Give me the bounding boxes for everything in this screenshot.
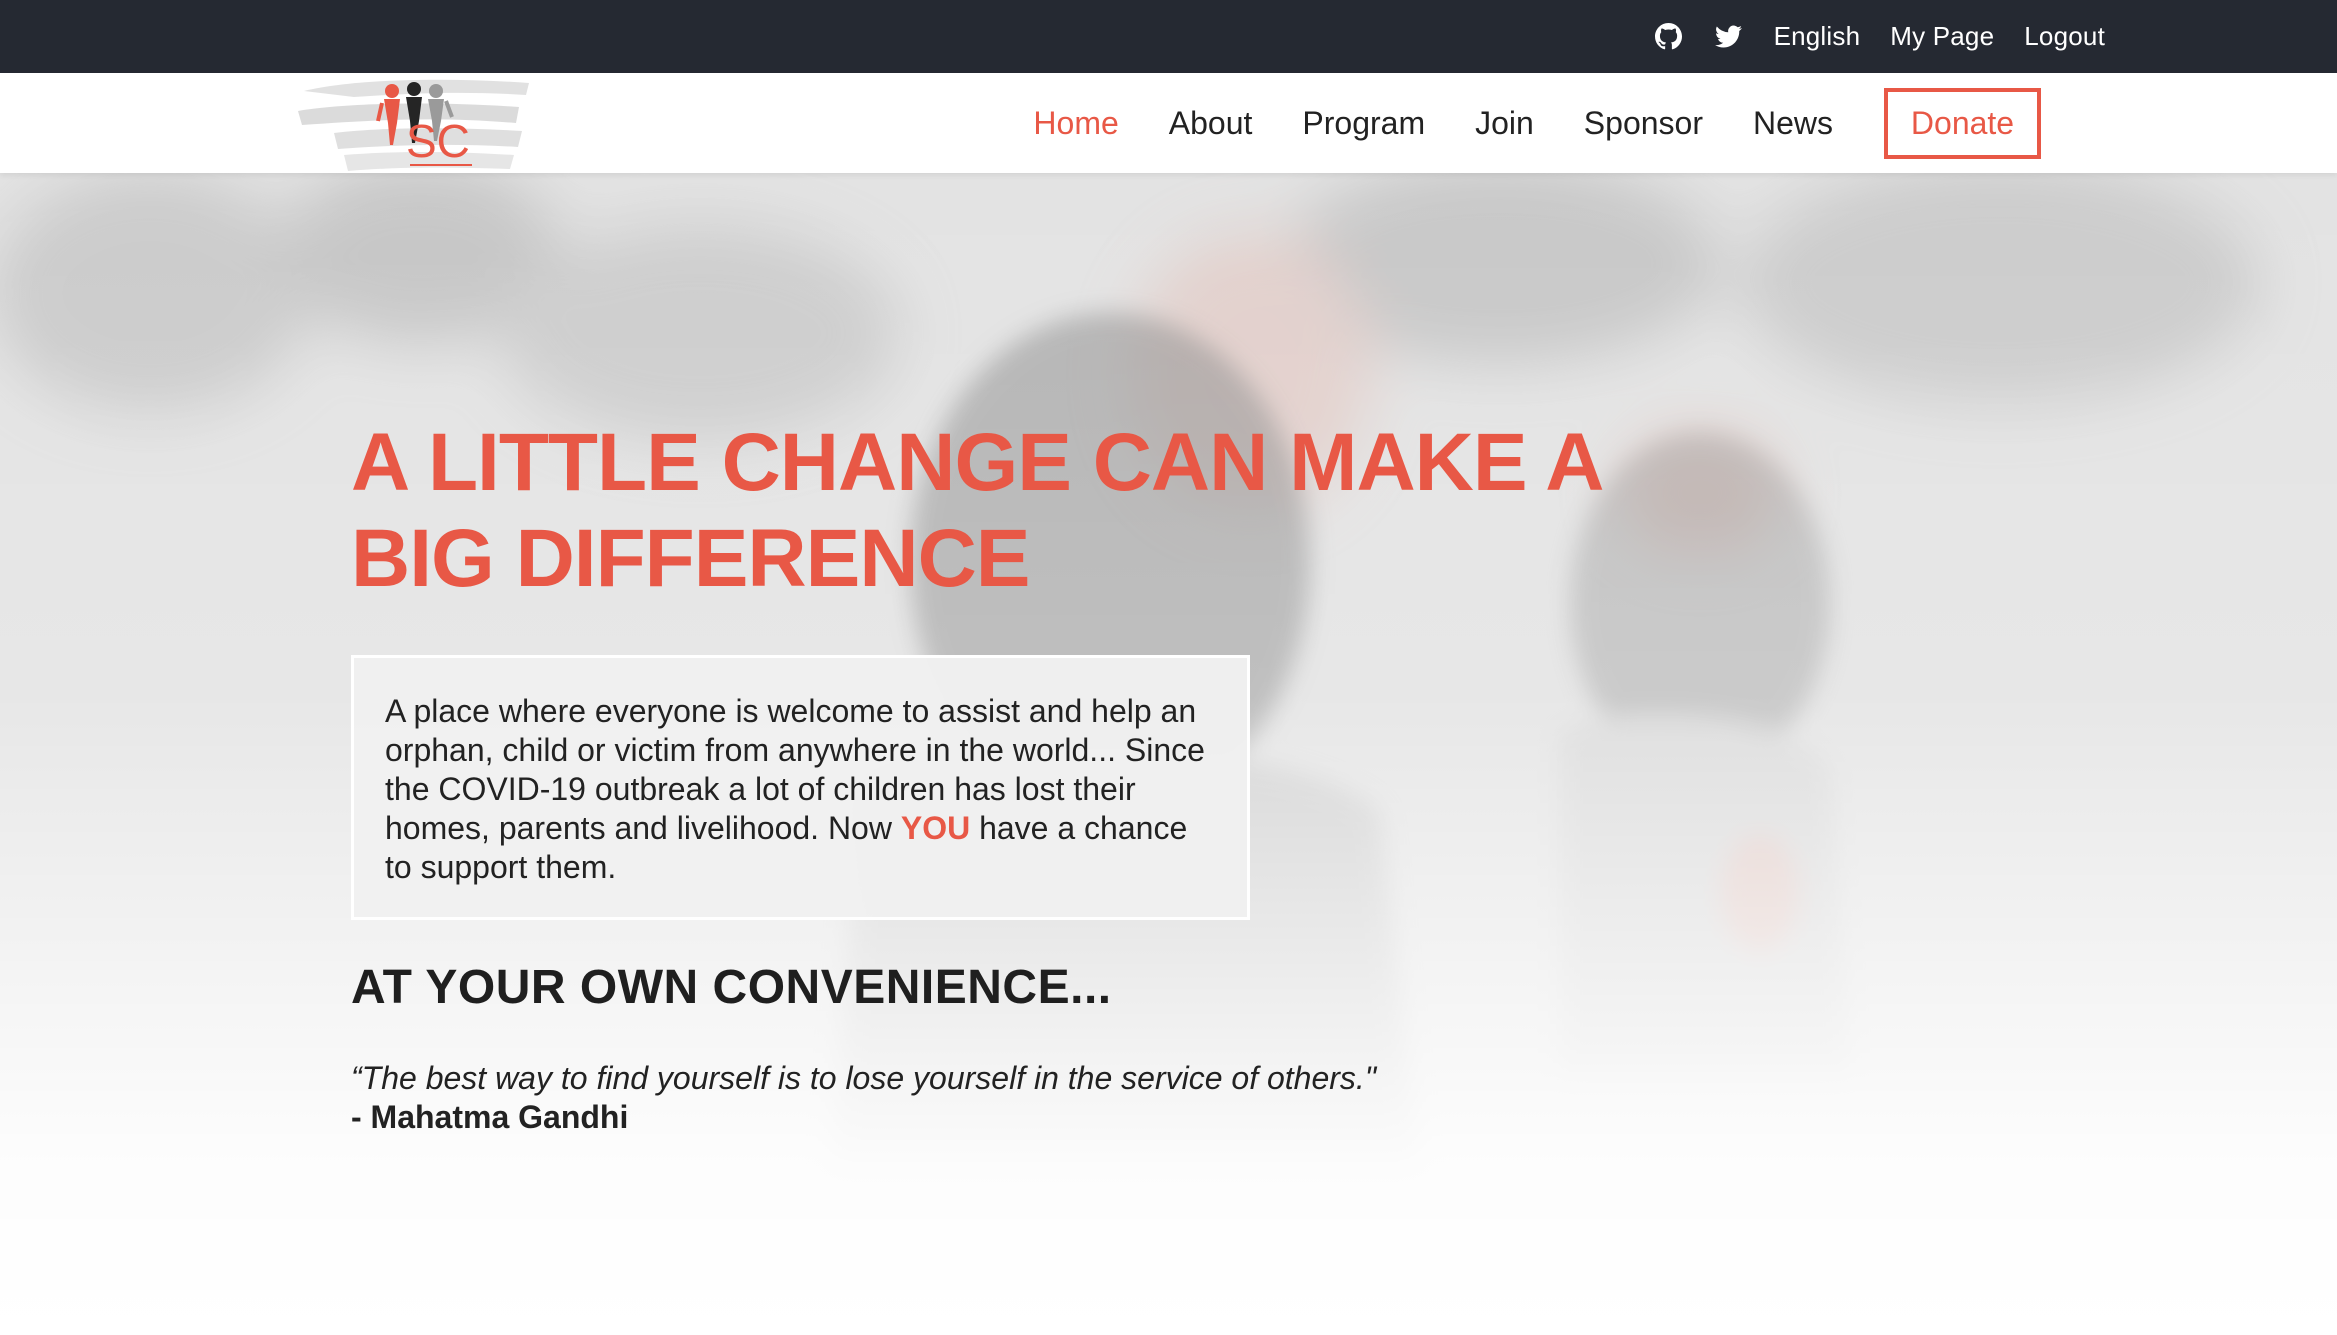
logo-graphic: SC [298, 79, 529, 171]
site-logo[interactable]: SC [294, 73, 534, 173]
nav-sponsor[interactable]: Sponsor [1584, 105, 1703, 142]
nav-news[interactable]: News [1753, 105, 1833, 142]
hero-content: A LITTLE CHANGE CAN MAKE A BIG DIFFERENC… [351, 415, 1651, 1137]
convenience-heading: AT YOUR OWN CONVENIENCE... [351, 961, 1112, 1014]
intro-highlight: YOU [900, 810, 971, 846]
hero-title: A LITTLE CHANGE CAN MAKE A BIG DIFFERENC… [351, 417, 1601, 604]
nav-program[interactable]: Program [1302, 105, 1425, 142]
quote-author: - Mahatma Gandhi [351, 1099, 629, 1135]
nav-about[interactable]: About [1169, 105, 1253, 142]
github-icon[interactable] [1654, 22, 1684, 52]
top-utility-bar: English My Page Logout [0, 0, 2337, 73]
main-navbar: SC Home About Program Join Sponsor News … [0, 73, 2337, 173]
language-selector[interactable]: English [1774, 21, 1861, 52]
nav-join[interactable]: Join [1475, 105, 1534, 142]
nav-home[interactable]: Home [1033, 105, 1118, 142]
my-page-link[interactable]: My Page [1890, 21, 1994, 52]
intro-box: A place where everyone is welcome to ass… [351, 655, 1250, 920]
logout-link[interactable]: Logout [2024, 21, 2105, 52]
donate-button[interactable]: Donate [1884, 87, 2041, 159]
quote-text: “The best way to find yourself is to los… [351, 1060, 1377, 1096]
twitter-icon[interactable] [1714, 22, 1744, 52]
nav-menu: Home About Program Join Sponsor News Don… [983, 73, 2041, 173]
hero-section: A LITTLE CHANGE CAN MAKE A BIG DIFFERENC… [0, 173, 2337, 1335]
top-utility-links: English My Page Logout [1654, 0, 2105, 73]
logo-text: SC [406, 115, 470, 167]
